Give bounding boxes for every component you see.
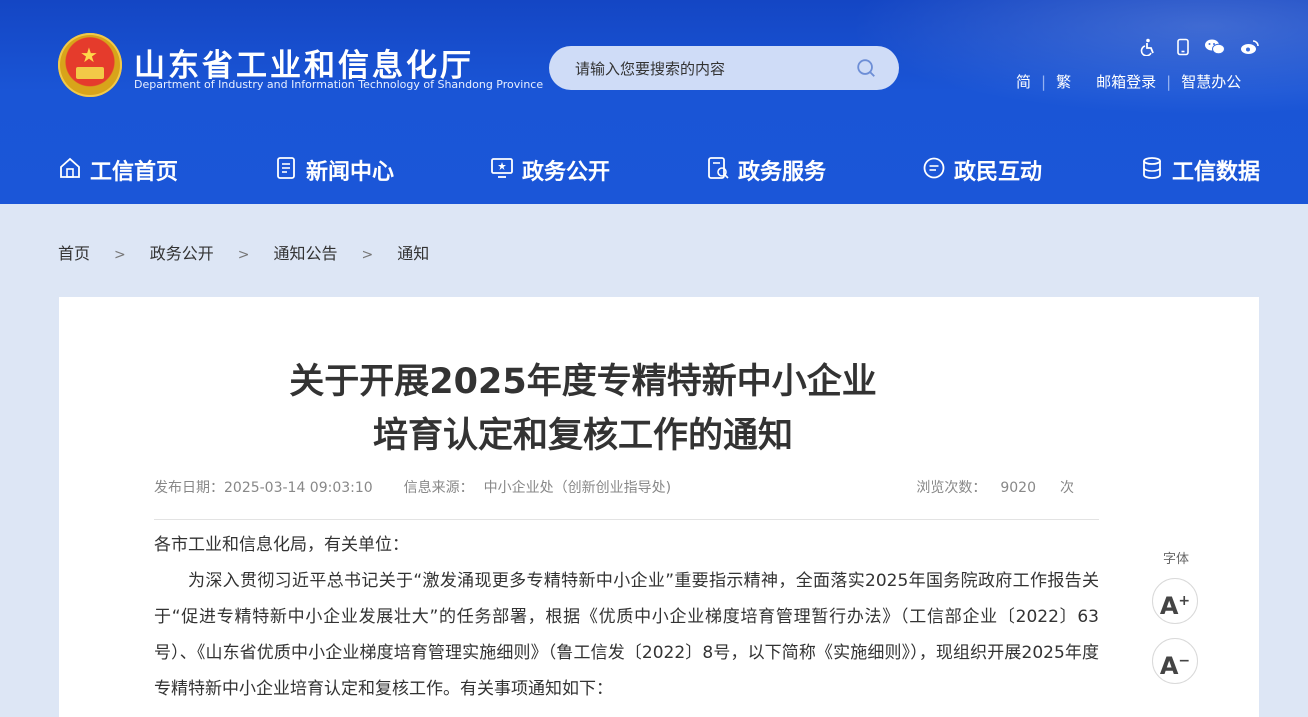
document-icon <box>277 157 295 179</box>
breadcrumb-separator: > <box>114 247 126 263</box>
search-input[interactable] <box>573 58 847 80</box>
publish-date-label: 发布日期： <box>154 480 224 496</box>
article-card: 关于开展2025年度专精特新中小企业 培育认定和复核工作的通知 发布日期：202… <box>59 297 1259 717</box>
simplified-chinese-link[interactable]: 简 <box>1016 71 1031 92</box>
main-nav: 工信首页 新闻中心 政务公开 政务服务 政民互动 工信数据 <box>0 140 1308 196</box>
breadcrumb-announcements[interactable]: 通知公告 <box>274 240 338 264</box>
chat-icon <box>923 157 945 179</box>
breadcrumb: 首页 > 政务公开 > 通知公告 > 通知 <box>58 240 429 264</box>
header-links: 简|繁|邮箱登录|智慧办公 <box>1016 71 1242 92</box>
weibo-icon[interactable] <box>1240 38 1260 56</box>
article-body: 各市工业和信息化局，有关单位： 为深入贯彻习近平总书记关于“激发涌现更多专精特新… <box>154 527 1099 707</box>
breadcrumb-notice[interactable]: 通知 <box>397 240 429 264</box>
national-emblem-logo[interactable]: ★ <box>58 33 122 97</box>
breadcrumb-home[interactable]: 首页 <box>58 240 90 264</box>
breadcrumb-gov-affairs[interactable]: 政务公开 <box>150 240 214 264</box>
view-count: 浏览次数： 9020 次 <box>916 480 1074 496</box>
search-icon[interactable] <box>855 57 877 79</box>
increase-font-button[interactable]: A+ <box>1152 578 1198 624</box>
source-label: 信息来源： <box>403 480 474 496</box>
mobile-icon[interactable] <box>1174 38 1192 56</box>
home-icon <box>60 157 80 178</box>
monitor-icon <box>491 158 513 178</box>
breadcrumb-separator: > <box>361 247 374 263</box>
mailbox-login-link[interactable]: 邮箱登录 <box>1096 71 1156 92</box>
database-icon <box>1143 157 1161 179</box>
star-icon: ★ <box>80 43 98 67</box>
font-size-tool: 字体 A+ A− <box>1150 548 1202 698</box>
meta-divider <box>154 519 1099 520</box>
site-header: ★ 山东省工业和信息化厅 Department of Industry and … <box>0 0 1308 204</box>
smart-office-link[interactable]: 智慧办公 <box>1181 71 1241 92</box>
accessibility-icon[interactable] <box>1140 38 1158 56</box>
article-title: 关于开展2025年度专精特新中小企业 培育认定和复核工作的通知 <box>289 362 877 456</box>
search-box <box>549 46 899 90</box>
breadcrumb-separator: > <box>237 247 250 263</box>
article-meta: 发布日期：2025-03-14 09:03:10 信息来源： 中小企业处（创新创业… <box>154 477 1099 497</box>
traditional-chinese-link[interactable]: 繁 <box>1056 71 1071 92</box>
tool-icons <box>1140 38 1260 58</box>
font-size-label: 字体 <box>1162 552 1189 567</box>
source-value: 中小企业处（创新创业指导处) <box>483 480 672 496</box>
wechat-icon[interactable] <box>1204 38 1226 56</box>
site-subtitle: Department of Industry and Information T… <box>134 78 544 91</box>
paragraph: 为深入贯彻习近平总书记关于“激发涌现更多专精特新中小企业”重要指示精神，全面落实… <box>154 571 1099 699</box>
salutation: 各市工业和信息化局，有关单位： <box>154 535 409 555</box>
publish-date: 2025-03-14 09:03:10 <box>224 480 373 496</box>
service-doc-icon <box>708 157 729 179</box>
decrease-font-button[interactable]: A− <box>1152 638 1198 684</box>
tiananmen-icon <box>76 67 104 79</box>
